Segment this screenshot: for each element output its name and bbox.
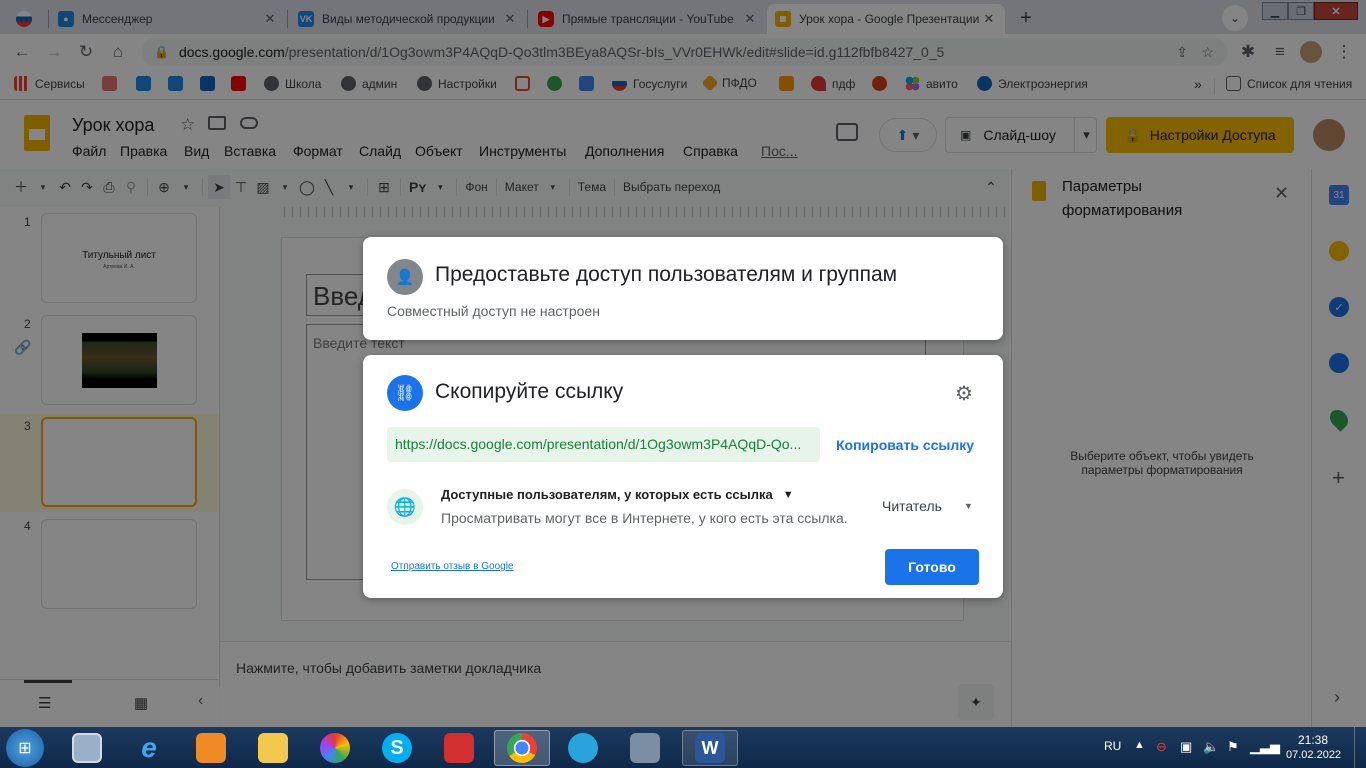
telegram-icon <box>568 733 598 763</box>
clock-date[interactable]: 07.02.2022 <box>1286 749 1341 761</box>
copy-link-button[interactable]: Копировать ссылку <box>836 437 974 453</box>
taskbar-acrobat[interactable] <box>434 730 484 766</box>
skype-icon: S <box>382 733 412 763</box>
link-icon: ⛓ <box>387 375 423 411</box>
chevron-down-icon: ▼ <box>963 501 973 511</box>
word-icon: W <box>695 733 725 763</box>
chrome-icon <box>507 733 537 763</box>
language-indicator[interactable]: RU <box>1104 739 1121 753</box>
taskbar-picasa[interactable] <box>310 730 360 766</box>
done-button[interactable]: Готово <box>885 549 979 585</box>
clock-time[interactable]: 21:38 <box>1298 733 1328 747</box>
windows-taskbar: ⊞ e S W RU ▲ ⊖ ▣ 🔈 ⚑ ▁▃▅ 21:38 07.02.202… <box>0 727 1366 768</box>
feedback-link[interactable]: Отправить отзыв в Google <box>391 561 514 572</box>
show-desktop-button[interactable] <box>1354 727 1366 768</box>
access-dropdown[interactable]: Доступные пользователям, у которых есть … <box>441 487 794 502</box>
media-player-icon <box>196 733 226 763</box>
tray-device-icon[interactable]: ▣ <box>1180 739 1192 755</box>
chevron-down-icon: ▼ <box>782 488 794 501</box>
taskbar-calculator[interactable] <box>62 730 112 766</box>
share-link-field[interactable]: https://docs.google.com/presentation/d/1… <box>387 427 820 462</box>
gear-icon[interactable]: ⚙ <box>955 381 973 406</box>
person-add-icon: 👤 <box>387 259 423 295</box>
role-dropdown[interactable]: Читатель ▼ <box>882 498 973 514</box>
windows-logo-icon: ⊞ <box>18 740 32 757</box>
show-hidden-icons[interactable]: ▲ <box>1134 739 1145 751</box>
copy-link-card: ⛓ Скопируйте ссылку ⚙ https://docs.googl… <box>363 355 1003 598</box>
network-icon[interactable]: ▁▃▅ <box>1250 739 1280 755</box>
share-people-card[interactable]: 👤 Предоставьте доступ пользователям и гр… <box>363 237 1003 340</box>
taskbar-skype[interactable]: S <box>372 730 422 766</box>
taskbar-ie[interactable]: e <box>124 730 174 766</box>
taskbar-scanner[interactable] <box>620 730 670 766</box>
ie-icon: e <box>141 732 157 763</box>
globe-icon: 🌐 <box>387 489 423 525</box>
pinwheel-icon <box>320 733 350 763</box>
taskbar-chrome[interactable] <box>494 730 550 766</box>
taskbar-word[interactable]: W <box>682 730 738 766</box>
acrobat-icon <box>444 733 474 763</box>
action-center-icon[interactable]: ⚑ <box>1227 739 1239 755</box>
scanner-icon <box>630 733 660 763</box>
tray-antivirus-icon[interactable]: ⊖ <box>1156 739 1167 755</box>
folder-icon <box>258 733 288 763</box>
taskbar-media[interactable] <box>186 730 236 766</box>
taskbar-telegram[interactable] <box>558 730 608 766</box>
taskbar-explorer[interactable] <box>248 730 298 766</box>
calculator-icon <box>72 733 102 763</box>
start-button[interactable]: ⊞ <box>6 729 44 767</box>
volume-icon[interactable]: 🔈 <box>1203 739 1219 755</box>
